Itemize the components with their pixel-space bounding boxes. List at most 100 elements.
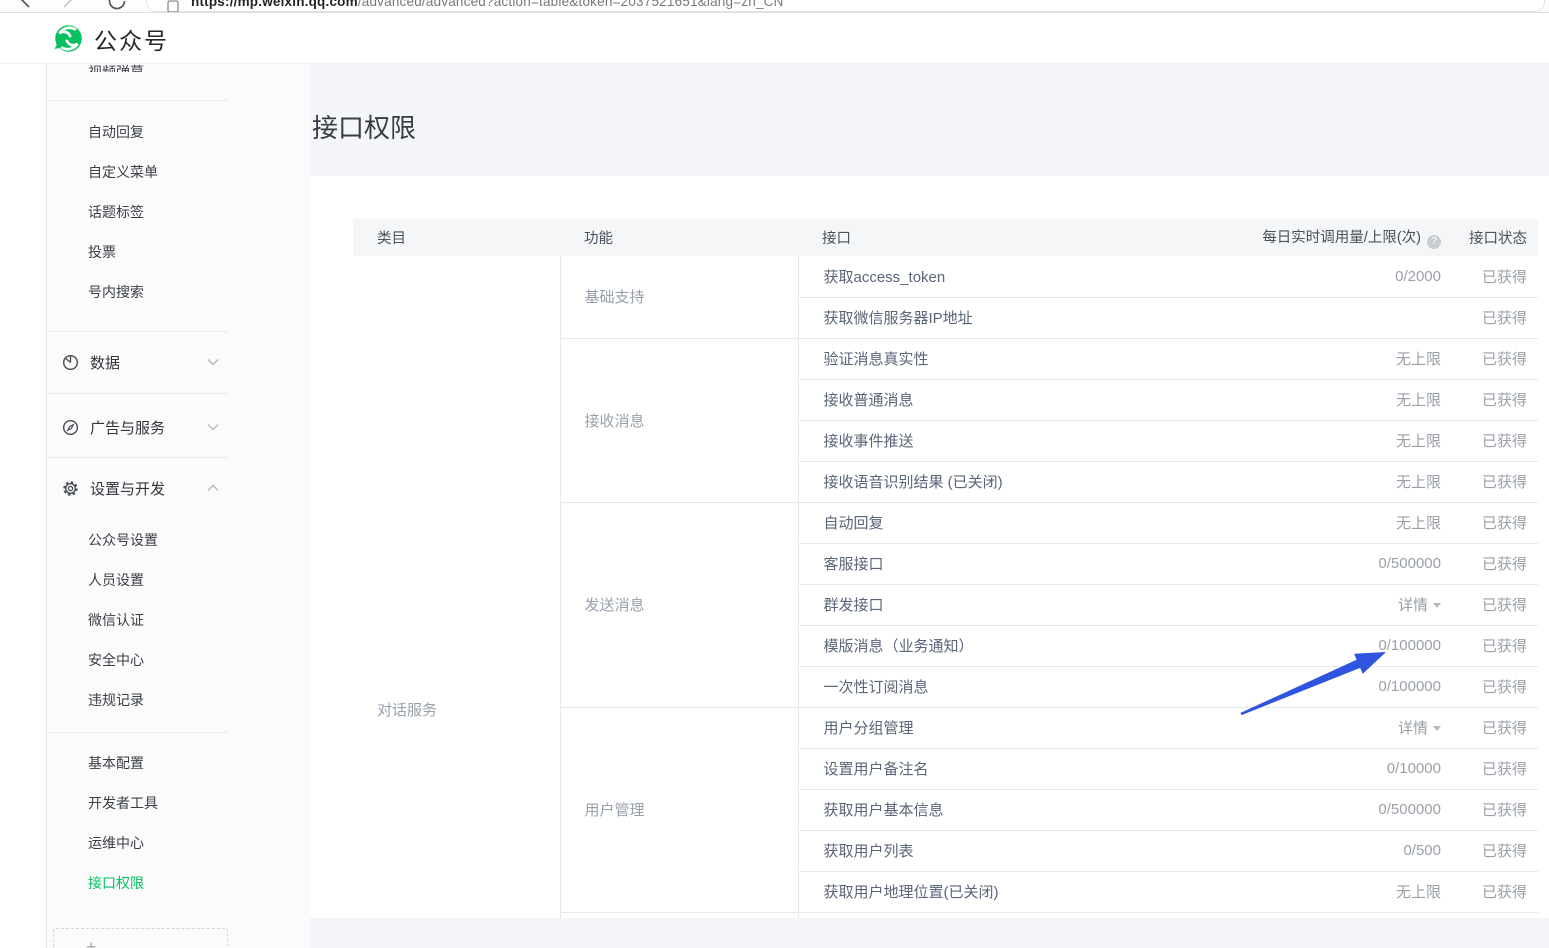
sidebar-settings-group: 公众号设置 人员设置 微信认证 安全中心 违规记录: [47, 520, 228, 720]
sidebar-promo-box[interactable]: +: [53, 928, 228, 948]
compass-icon: [61, 418, 80, 437]
api-name-cell: 设置用户备注名: [798, 748, 1153, 790]
quota-cell: 0/100000: [1153, 625, 1453, 667]
api-name-cell: 接收语音识别结果 (已关闭): [798, 461, 1153, 503]
col-header-category: 类目: [353, 219, 560, 256]
col-header-api: 接口: [798, 219, 1153, 256]
divider: [48, 331, 228, 332]
sidebar-item[interactable]: 自动回复: [47, 112, 228, 152]
pie-chart-icon: [61, 353, 80, 372]
col-header-status: 接口状态: [1453, 219, 1538, 256]
sidebar-item[interactable]: 违规记录: [47, 680, 228, 720]
quota-cell: 详情: [1153, 707, 1453, 749]
chevron-down-icon: [207, 358, 219, 366]
divider: [48, 732, 228, 733]
quota-cell: 0/500000: [1153, 543, 1453, 585]
status-cell: 已获得: [1453, 830, 1538, 872]
chevron-up-icon: [207, 484, 219, 492]
status-cell: 已获得: [1453, 666, 1538, 708]
api-name-cell: 获取微信服务器IP地址: [798, 297, 1153, 339]
address-bar[interactable]: https://mp.weixin.qq.com/advanced/advanc…: [146, 0, 1545, 12]
sidebar-item[interactable]: 微信认证: [47, 600, 228, 640]
api-name-cell: 接收事件推送: [798, 420, 1153, 462]
sidebar-item[interactable]: 安全中心: [47, 640, 228, 680]
api-name-cell: 用户分组管理: [798, 707, 1153, 749]
reload-icon[interactable]: [106, 0, 128, 12]
divider: [48, 100, 228, 101]
gear-icon: [61, 479, 80, 498]
api-name-cell: 获取access_token: [798, 256, 1153, 298]
function-cell: 发送消息: [560, 502, 799, 708]
page-title: 接口权限: [312, 113, 417, 143]
status-cell: 已获得: [1453, 871, 1538, 913]
status-cell: 已获得: [1453, 338, 1538, 380]
sidebar-item[interactable]: 自定义菜单: [47, 152, 228, 192]
question-mark-icon[interactable]: ?: [1427, 235, 1441, 249]
browser-toolbar: https://mp.weixin.qq.com/advanced/advanc…: [0, 0, 1549, 13]
col-header-function: 功能: [560, 219, 798, 256]
status-cell: 已获得: [1453, 789, 1538, 831]
sidebar-item[interactable]: 话题标签: [47, 192, 228, 232]
status-cell: 已获得: [1453, 379, 1538, 421]
function-cell: [560, 912, 799, 918]
api-name-cell: 获取用户列表: [798, 830, 1153, 872]
api-permission-table: 类目 功能 接口 每日实时调用量/上限(次)? 接口状态 对话服务 基础支持 获取access…: [353, 219, 1538, 918]
status-cell: 已获得: [1453, 748, 1538, 790]
status-cell: 已获得: [1453, 256, 1538, 298]
app-header: 公众号: [0, 14, 1549, 64]
sidebar-section[interactable]: 广告与服务: [47, 407, 228, 447]
status-cell: 已获得: [1453, 502, 1538, 544]
back-icon[interactable]: [16, 0, 36, 10]
sidebar-item-clipped[interactable]: 视频弹幕: [47, 64, 228, 72]
api-name-cell: 验证消息真实性: [798, 338, 1153, 380]
api-name-cell: 群发接口: [798, 584, 1153, 626]
sidebar-item[interactable]: 公众号设置: [47, 520, 228, 560]
wechat-official-account-logo-icon: [54, 25, 82, 52]
quota-cell: 0/500: [1153, 830, 1453, 872]
status-cell: 已获得: [1453, 584, 1538, 626]
api-name-cell: 模版消息（业务通知）: [798, 625, 1153, 667]
sidebar-item[interactable]: 号内搜索: [47, 272, 228, 312]
sidebar-menu: 视频弹幕自动回复 自定义菜单 话题标签 投票 号内搜索数据广告与服务设置与开发公众号设置…: [47, 64, 228, 903]
divider: [48, 457, 228, 458]
api-permission-card: 类目 功能 接口 每日实时调用量/上限(次)? 接口状态 对话服务 基础支持 获取access…: [310, 176, 1549, 918]
brand-logo-group[interactable]: 公众号: [54, 22, 169, 56]
detail-dropdown[interactable]: 详情: [1398, 597, 1441, 614]
api-name-cell: 生成带参数的二维码: [798, 912, 1153, 918]
caret-down-icon: [1433, 726, 1441, 731]
status-cell: 已获得: [1453, 420, 1538, 462]
content-shell: 视频弹幕 自动回复 自定义菜单 话题标签 投票 号内搜索 数据 广告与服务 设置与开发 公众号设置…: [0, 64, 1549, 948]
sidebar-section[interactable]: 数据: [47, 342, 228, 382]
left-gutter: [0, 64, 47, 948]
sidebar-item-active[interactable]: 接口权限: [47, 863, 228, 903]
sidebar-dev-group: 基本配置 开发者工具 运维中心 接口权限: [47, 743, 228, 903]
quota-cell: 无上限: [1153, 502, 1453, 544]
quota-cell: 无上限: [1153, 420, 1453, 462]
sidebar-item[interactable]: 开发者工具: [47, 783, 228, 823]
sidebar-item[interactable]: 人员设置: [47, 560, 228, 600]
quota-cell: 详情: [1153, 584, 1453, 626]
forward-icon[interactable]: [57, 0, 77, 10]
plus-icon: +: [86, 937, 97, 948]
sidebar-group: 自动回复 自定义菜单 话题标签 投票 号内搜索: [47, 112, 228, 312]
quota-cell: 0/500000: [1153, 789, 1453, 831]
quota-cell: 无上限: [1153, 338, 1453, 380]
sidebar-section-expanded[interactable]: 设置与开发: [47, 468, 228, 508]
main-area: 接口权限 类目 功能 接口 每日实时调用量/上限(次)? 接口状态 对话服务 基础支持 获取a…: [310, 64, 1549, 948]
url-host: https://mp.weixin.qq.com: [191, 0, 358, 9]
quota-cell: 无上限: [1153, 871, 1453, 913]
status-cell: 已获得: [1453, 543, 1538, 585]
status-cell: 已获得: [1453, 625, 1538, 667]
chevron-down-icon: [207, 423, 219, 431]
url-text: https://mp.weixin.qq.com/advanced/advanc…: [191, 0, 784, 9]
table-row: 对话服务 基础支持 获取access_token 0/2000 已获得: [353, 256, 1538, 918]
sidebar-item[interactable]: 基本配置: [47, 743, 228, 783]
api-name-cell: 自动回复: [798, 502, 1153, 544]
brand-name: 公众号: [94, 27, 169, 54]
quota-cell: 无上限: [1153, 379, 1453, 421]
col-header-quota: 每日实时调用量/上限(次)?: [1153, 219, 1453, 256]
sidebar-item[interactable]: 运维中心: [47, 823, 228, 863]
sidebar-item[interactable]: 投票: [47, 232, 228, 272]
detail-dropdown[interactable]: 详情: [1398, 720, 1441, 737]
quota-cell: 0/100000: [1153, 666, 1453, 708]
